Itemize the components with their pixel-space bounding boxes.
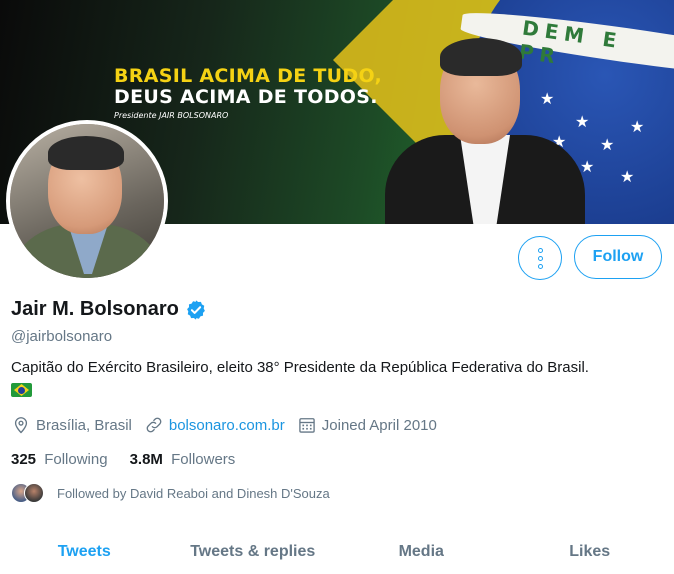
- brazil-flag-emoji: [11, 383, 32, 397]
- follow-button[interactable]: Follow: [574, 235, 662, 279]
- tab-likes[interactable]: Likes: [506, 530, 674, 574]
- calendar-icon: [299, 418, 315, 433]
- tab-media[interactable]: Media: [337, 530, 506, 574]
- following-label: Following: [44, 451, 108, 468]
- avatar: [24, 483, 44, 503]
- verified-badge-icon: [186, 299, 205, 320]
- website-link[interactable]: bolsonaro.com.br: [169, 417, 285, 434]
- star-icon: ★: [620, 169, 635, 186]
- profile-bio: Capitão do Exército Brasileiro, eleito 3…: [11, 359, 589, 376]
- more-vertical-icon-dot: [537, 255, 543, 261]
- profile-tabs: Tweets Tweets & replies Media Likes: [0, 530, 674, 574]
- star-icon: ★: [600, 137, 615, 154]
- profile-handle: @jairbolsonaro: [11, 328, 113, 345]
- banner-person-photo: [385, 30, 585, 224]
- followers-count: 3.8M: [129, 451, 163, 468]
- profile-name-row: Jair M. Bolsonaro: [11, 298, 207, 321]
- star-icon: ★: [630, 119, 645, 136]
- following-count: 325: [11, 451, 37, 468]
- profile-meta: Brasília, Brasil bolsonaro.com.br Joined…: [11, 415, 449, 435]
- profile-name: Jair M. Bolsonaro: [11, 298, 179, 320]
- followed-by-text: Followed by David Reaboi and Dinesh D'So…: [57, 485, 330, 501]
- link-icon: [146, 417, 162, 433]
- joined-text: Joined April 2010: [321, 416, 437, 434]
- following-stat[interactable]: 325 Following: [11, 451, 108, 468]
- profile-website[interactable]: bolsonaro.com.br: [144, 415, 285, 435]
- slogan-line-2: DEUS ACIMA DE TODOS.: [114, 86, 378, 108]
- banner-slogan: BRASIL ACIMA DE TUDO, DEUS ACIMA DE TODO…: [114, 65, 383, 121]
- profile-stats: 325 Following 3.8M Followers: [11, 451, 257, 468]
- location-text: Brasília, Brasil: [36, 416, 132, 434]
- profile-joined: Joined April 2010: [297, 415, 437, 435]
- profile-avatar[interactable]: [6, 120, 168, 282]
- slogan-line-1: BRASIL ACIMA DE TUDO,: [114, 65, 383, 87]
- profile-location: Brasília, Brasil: [11, 415, 132, 435]
- followed-by[interactable]: Followed by David Reaboi and Dinesh D'So…: [11, 483, 330, 503]
- slogan-caption: Presidente JAIR BOLSONARO: [114, 111, 229, 120]
- more-vertical-icon-dot: [537, 263, 543, 269]
- more-options-button[interactable]: [518, 236, 562, 280]
- tab-tweets[interactable]: Tweets: [0, 530, 169, 574]
- followers-label: Followers: [171, 451, 236, 468]
- location-pin-icon: [14, 417, 28, 434]
- followed-by-avatars: [11, 483, 47, 503]
- tab-tweets-and-replies[interactable]: Tweets & replies: [169, 530, 338, 574]
- more-vertical-icon: [537, 247, 543, 253]
- followers-stat[interactable]: 3.8M Followers: [130, 451, 236, 468]
